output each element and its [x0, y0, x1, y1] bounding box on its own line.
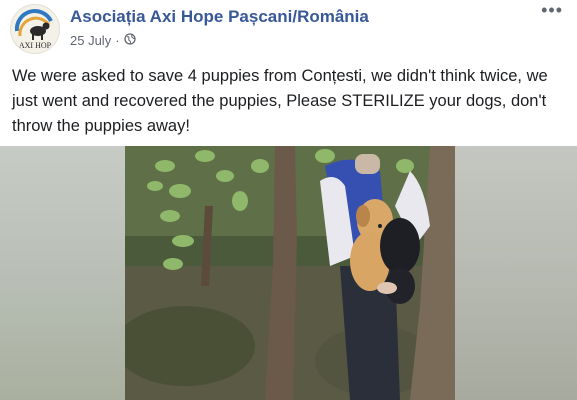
post-date[interactable]: 25 July	[70, 33, 111, 48]
axi-hope-logo: AXI HOP	[14, 9, 53, 50]
video-blur-right	[455, 146, 577, 400]
post-meta: 25 July ·	[70, 33, 136, 48]
facebook-post: AXI HOP Asociația Axi Hope Pașcani/Român…	[0, 0, 577, 400]
puppy-rescue-photo	[125, 146, 455, 400]
more-options-icon[interactable]: •••	[541, 1, 563, 19]
video-blur-left	[0, 146, 125, 400]
globe-icon[interactable]	[123, 33, 136, 48]
avatar-logo-text: AXI HOP	[19, 41, 52, 50]
post-text: We were asked to save 4 puppies from Con…	[12, 67, 548, 135]
meta-separator: ·	[115, 33, 120, 48]
page-name-link[interactable]: Asociația Axi Hope Pașcani/România	[70, 7, 369, 27]
page-avatar[interactable]: AXI HOP	[10, 4, 60, 54]
post-video[interactable]	[0, 146, 577, 400]
